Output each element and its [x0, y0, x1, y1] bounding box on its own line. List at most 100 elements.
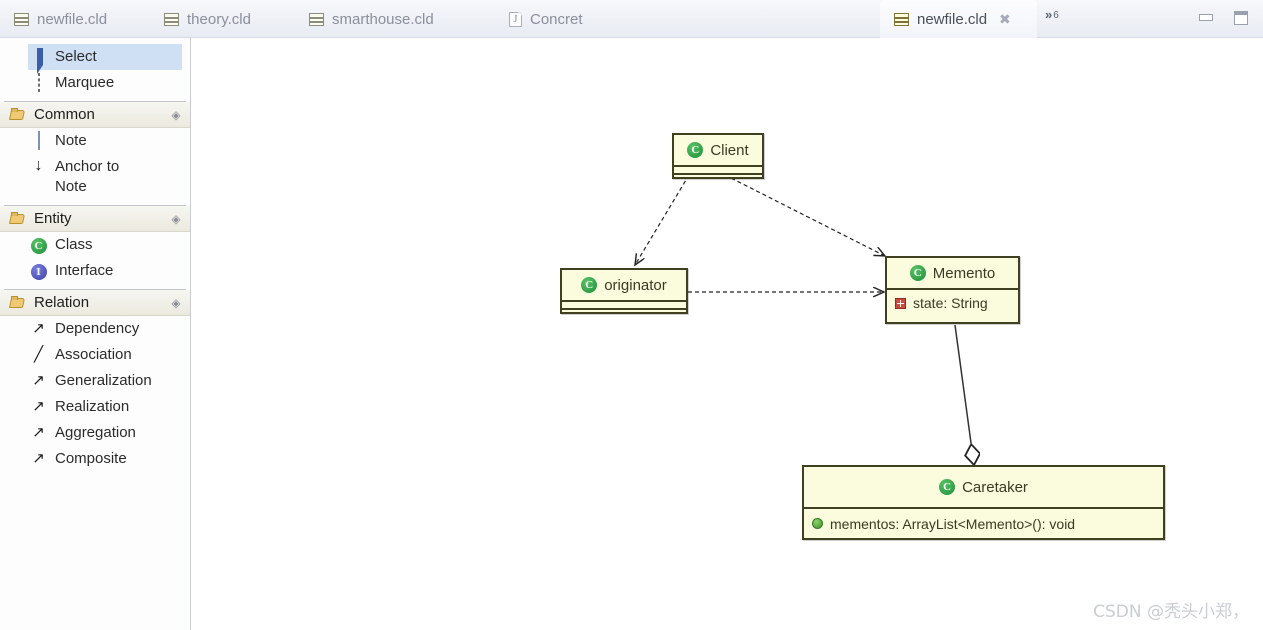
class-circle-icon: C [581, 277, 598, 293]
palette-item-dependency[interactable]: ↗ Dependency [0, 316, 190, 342]
close-icon[interactable]: ✖ [999, 12, 1011, 26]
cld-file-icon [894, 12, 909, 26]
palette-item-label: Note [55, 132, 87, 149]
palette-item-label: Anchor to Note [55, 158, 120, 195]
class-box-memento[interactable]: C Memento state: String [885, 256, 1020, 324]
palette-item-class[interactable]: C Class [0, 232, 190, 258]
pin-icon[interactable]: ◈ [170, 213, 182, 225]
class-circle-icon: C [939, 479, 956, 495]
class-title: C Memento [887, 258, 1018, 288]
folder-icon [10, 296, 27, 309]
private-square-icon [895, 297, 906, 309]
tab-theory-cld[interactable]: theory.cld [150, 0, 295, 38]
class-title: C originator [562, 270, 686, 300]
palette-group-label: Common [34, 106, 95, 123]
editor-tab-bar: newfile.cld theory.cld smarthouse.cld J … [0, 0, 1263, 38]
class-name: Client [710, 141, 749, 159]
generalization-arrow-icon: ↗ [32, 372, 45, 389]
palette-item-realization[interactable]: ↗ Realization [0, 394, 190, 420]
palette-item-label: Marquee [55, 74, 115, 91]
palette-item-label: Dependency [55, 320, 140, 337]
tab-newfile-cld-active[interactable]: newfile.cld ✖ [880, 0, 1037, 38]
maximize-button[interactable] [1233, 11, 1250, 25]
tab-label: theory.cld [187, 10, 251, 28]
palette-item-label: Generalization [55, 372, 152, 389]
class-box-client[interactable]: C Client [672, 133, 764, 179]
class-box-originator[interactable]: C originator [560, 268, 688, 314]
interface-circle-icon: I [30, 261, 47, 281]
palette-item-composite[interactable]: ↗ Composite [0, 446, 190, 472]
note-icon [30, 131, 47, 151]
palette-group-label: Relation [34, 294, 90, 311]
pin-icon[interactable]: ◈ [170, 109, 182, 121]
class-box-caretaker[interactable]: C Caretaker mementos: ArrayList<Memento>… [802, 465, 1165, 540]
watermark: CSDN @秃头小郑， [1093, 602, 1249, 622]
cld-file-icon [164, 12, 179, 26]
class-title: C Caretaker [804, 467, 1163, 507]
relation-client-memento [724, 174, 885, 256]
palette-item-association[interactable]: ╱ Association [0, 342, 190, 368]
class-member-row[interactable]: state: String [887, 290, 1018, 316]
tab-smarthouse-cld[interactable]: smarthouse.cld [295, 0, 485, 38]
cld-file-icon [309, 12, 324, 26]
palette-group-relation[interactable]: Relation ◈ [0, 290, 190, 316]
class-member-label: mementos: ArrayList<Memento>(): void [830, 515, 1076, 532]
diagram-canvas[interactable]: C Client C originator C Memento state: S… [192, 38, 1263, 630]
class-member-row[interactable]: mementos: ArrayList<Memento>(): void [804, 509, 1163, 538]
dependency-arrow-icon: ↗ [32, 320, 45, 337]
cursor-icon [30, 47, 47, 74]
palette-tool-marquee[interactable]: Marquee [0, 70, 190, 96]
palette-item-aggregation[interactable]: ↗ Aggregation [0, 420, 190, 446]
palette-item-label: Interface [55, 262, 114, 279]
tab-concret-java[interactable]: J Concret [495, 0, 615, 38]
folder-icon [10, 212, 27, 225]
relation-client-originator [635, 174, 690, 265]
cld-file-icon [14, 12, 29, 26]
class-name: originator [604, 276, 667, 294]
palette-item-note[interactable]: Note [0, 128, 190, 154]
overflow-count: 6 [1053, 10, 1059, 21]
realization-arrow-icon: ↗ [32, 398, 45, 415]
palette-item-interface[interactable]: I Interface [0, 258, 190, 284]
palette-group-entity[interactable]: Entity ◈ [0, 206, 190, 232]
palette-item-label: Composite [55, 450, 127, 467]
palette-item-label: Class [55, 236, 93, 253]
relation-memento-caretaker [954, 324, 974, 465]
palette-item-label: Association [55, 346, 132, 363]
anchor-icon: ↓ [34, 157, 43, 174]
folder-icon [10, 108, 27, 121]
chevron-double-right-icon: » [1045, 7, 1053, 22]
java-file-icon: J [509, 11, 522, 27]
tab-label: newfile.cld [37, 10, 108, 28]
tab-newfile-cld-1[interactable]: newfile.cld [0, 0, 150, 38]
aggregation-diamond-icon: ↗ [32, 424, 45, 441]
class-name: Caretaker [962, 478, 1028, 496]
class-circle-icon: C [909, 265, 926, 281]
palette-group-label: Entity [34, 210, 72, 227]
public-dot-icon [812, 518, 823, 529]
class-circle-icon: C [30, 235, 47, 255]
minimize-button[interactable] [1198, 11, 1215, 25]
class-name: Memento [932, 264, 996, 282]
marquee-icon [30, 73, 47, 93]
class-circle-icon: C [687, 142, 704, 158]
tab-label: newfile.cld [917, 10, 988, 28]
compartment-divider [674, 173, 762, 175]
association-line-icon: ╱ [33, 346, 44, 363]
palette-item-label: Select [55, 48, 97, 65]
palette-item-label: Realization [55, 398, 130, 415]
class-title: C Client [674, 135, 762, 165]
composite-diamond-icon: ↗ [32, 450, 45, 467]
palette-tool-select[interactable]: Select [28, 44, 182, 74]
palette-group-common[interactable]: Common ◈ [0, 102, 190, 128]
palette-item-label: Aggregation [55, 424, 136, 441]
palette-item-generalization[interactable]: ↗ Generalization [0, 368, 190, 394]
palette-item-anchor-to-note[interactable]: ↓ Anchor to Note [0, 154, 190, 200]
class-member-label: state: String [913, 295, 988, 311]
tab-label: smarthouse.cld [332, 10, 434, 28]
compartment-divider [562, 308, 686, 310]
pin-icon[interactable]: ◈ [170, 297, 182, 309]
tab-overflow-chevron[interactable]: » 6 [1045, 8, 1059, 21]
relation-connectors [192, 174, 1263, 630]
palette-sidebar: Select Marquee Common ◈ Note ↓ Anchor to… [0, 38, 191, 630]
